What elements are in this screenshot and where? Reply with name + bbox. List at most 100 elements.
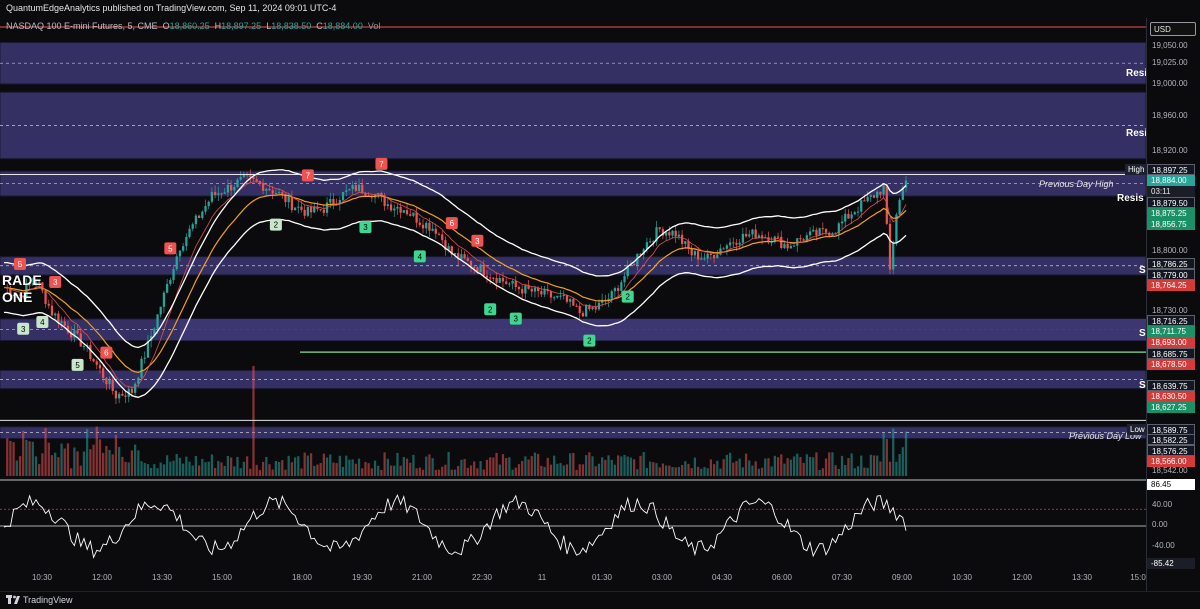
zone-rect bbox=[180, 318, 1146, 341]
price-label-last: 18,884.00 bbox=[1147, 175, 1195, 186]
signal-label: 4 bbox=[40, 318, 45, 327]
candle-body bbox=[60, 321, 63, 323]
volume-bar bbox=[393, 465, 396, 476]
candle-body bbox=[265, 188, 268, 191]
candle-body bbox=[313, 206, 316, 213]
volume-bar bbox=[28, 441, 31, 476]
volume-bar bbox=[501, 454, 505, 476]
volume-bar bbox=[150, 467, 153, 476]
candle-body bbox=[319, 209, 322, 211]
volume-bar bbox=[892, 428, 895, 476]
volume-bar bbox=[517, 464, 521, 476]
oscillator-pane bbox=[0, 494, 1146, 559]
candle-body bbox=[744, 233, 748, 237]
volume-bar bbox=[47, 442, 50, 476]
candle-body bbox=[412, 212, 415, 216]
signal-label: 3 bbox=[475, 237, 480, 246]
supply-demand-zones bbox=[0, 41, 1147, 439]
candle-body bbox=[162, 292, 166, 307]
volume-bar bbox=[879, 461, 882, 476]
high-tag: High bbox=[1125, 164, 1148, 175]
tradingview-brand[interactable]: TradingView bbox=[23, 595, 73, 605]
volume-bar bbox=[332, 462, 335, 476]
candle-body bbox=[428, 222, 431, 231]
candle-body bbox=[169, 279, 172, 284]
volume-bar bbox=[377, 465, 380, 476]
candle-body bbox=[111, 379, 114, 391]
volume-bar bbox=[671, 467, 674, 476]
volume-bar bbox=[620, 456, 623, 476]
volume-bar bbox=[421, 469, 425, 476]
volume-bar bbox=[271, 469, 274, 476]
osc-tick: 86.45 bbox=[1147, 479, 1195, 490]
volume-bar bbox=[607, 455, 610, 476]
volume-bar bbox=[901, 447, 904, 476]
trade-zone-text-1: RADE bbox=[2, 272, 42, 288]
volume-bar bbox=[34, 456, 38, 476]
candle-body bbox=[799, 238, 802, 240]
volume-bar bbox=[485, 459, 489, 476]
tradingview-logo-icon bbox=[6, 595, 20, 604]
volume-bar bbox=[543, 466, 546, 476]
volume-bar bbox=[249, 468, 252, 476]
volume-bar bbox=[751, 465, 754, 476]
osc-tick: -85.42 bbox=[1147, 558, 1195, 569]
candle-body bbox=[521, 289, 524, 294]
volume-bar bbox=[95, 426, 98, 476]
symbol-name[interactable]: NASDAQ 100 E-mini Futures, 5, CME bbox=[6, 21, 158, 31]
volume-bar bbox=[389, 465, 393, 476]
volume-bar bbox=[178, 457, 182, 476]
price-label-neutral: 18,639.75 bbox=[1147, 380, 1195, 391]
volume-bar bbox=[412, 454, 415, 476]
volume-bar bbox=[447, 452, 450, 476]
volume-bar bbox=[508, 457, 511, 476]
price-label-down: 18,566.00 bbox=[1147, 456, 1195, 467]
volume-bar bbox=[594, 466, 597, 476]
volume-bar bbox=[210, 454, 214, 476]
candle-body bbox=[277, 192, 281, 194]
candle-body bbox=[850, 214, 853, 219]
x-tick: 12:00 bbox=[1011, 573, 1033, 582]
volume-bar bbox=[489, 457, 492, 476]
volume-bar bbox=[188, 461, 191, 476]
candle-body bbox=[140, 358, 143, 378]
volume-bar bbox=[821, 468, 824, 476]
currency-selector[interactable]: USD bbox=[1150, 22, 1196, 36]
price-label-down: 18,693.00 bbox=[1147, 337, 1195, 348]
candle-body bbox=[434, 228, 437, 234]
x-tick: 10:30 bbox=[951, 573, 973, 582]
volume-bar bbox=[6, 438, 9, 476]
volume-bar bbox=[658, 467, 661, 476]
candle-body bbox=[706, 253, 709, 259]
volume-bar bbox=[239, 468, 242, 476]
volume-bar bbox=[585, 455, 588, 476]
candle-body bbox=[143, 357, 146, 359]
volume-bar bbox=[815, 452, 818, 476]
volume-bar bbox=[434, 469, 437, 476]
signal-label: 2 bbox=[488, 305, 493, 314]
candle-body bbox=[124, 395, 127, 397]
volume-bar bbox=[546, 457, 549, 476]
price-chart[interactable]: 5 3 6 5 7 7 6 3 3 4 5 2 3 4 2 3 2 2 bbox=[0, 0, 1200, 609]
volume-bar bbox=[265, 456, 268, 476]
volume-bar bbox=[44, 427, 47, 476]
candle-body bbox=[134, 383, 137, 393]
volume-bar bbox=[537, 453, 540, 476]
candle-body bbox=[613, 288, 617, 292]
volume-bar bbox=[840, 455, 844, 476]
volume-bar bbox=[712, 464, 716, 476]
volume-bar bbox=[629, 457, 633, 476]
candle-body bbox=[63, 321, 66, 326]
x-tick: 09:00 bbox=[891, 573, 913, 582]
open-label: O bbox=[162, 21, 170, 31]
volume-bar bbox=[361, 468, 364, 476]
candle-body bbox=[485, 275, 489, 278]
candle-body bbox=[293, 207, 297, 211]
candle-body bbox=[348, 189, 351, 191]
candle-body bbox=[236, 179, 239, 188]
volume-bar bbox=[690, 468, 693, 476]
price-label-neutral: 18,786.25 bbox=[1147, 258, 1195, 269]
volume-bar bbox=[146, 464, 150, 476]
volume-bar bbox=[866, 467, 869, 476]
candle-body bbox=[329, 198, 332, 203]
